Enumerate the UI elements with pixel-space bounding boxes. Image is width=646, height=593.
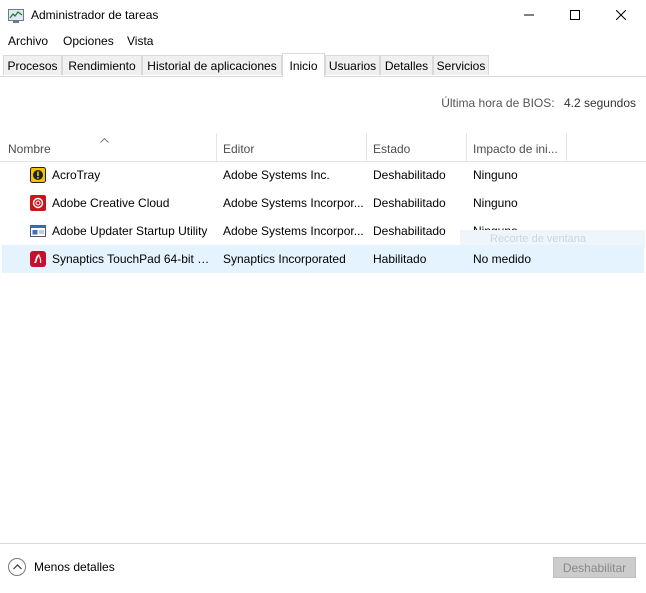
disable-button[interactable]: Deshabilitar — [553, 557, 636, 578]
acrotray-icon — [30, 167, 46, 183]
row-name: AcroTray — [52, 168, 101, 182]
task-manager-icon — [8, 8, 24, 24]
row-name: Adobe Updater Startup Utility — [52, 224, 208, 238]
row-publisher: Adobe Systems Incorpor... — [223, 224, 364, 238]
menu-vista[interactable]: Vista — [127, 34, 153, 48]
synaptics-icon — [30, 251, 46, 267]
row-impact: Ninguno — [473, 196, 518, 210]
maximize-button[interactable] — [552, 0, 598, 31]
tab-inicio[interactable]: Inicio — [282, 53, 325, 77]
minimize-icon — [524, 9, 534, 23]
window-title: Administrador de tareas — [31, 8, 159, 22]
column-header: Nombre Editor Estado Impacto de ini... — [0, 133, 646, 162]
tab-strip: Procesos Rendimiento Historial de aplica… — [0, 53, 646, 77]
footer-divider — [0, 543, 646, 544]
row-impact: No medido — [473, 252, 532, 266]
menu-opciones[interactable]: Opciones — [63, 34, 114, 48]
row-name: Synaptics TouchPad 64-bit E... — [52, 252, 212, 266]
column-publisher[interactable]: Editor — [223, 133, 366, 161]
bios-label: Última hora de BIOS: — [441, 96, 555, 110]
column-status[interactable]: Estado — [373, 133, 466, 161]
tab-usuarios[interactable]: Usuarios — [325, 55, 380, 75]
maximize-icon — [570, 9, 580, 23]
menu-archivo[interactable]: Archivo — [8, 34, 48, 48]
row-impact: Ninguno — [473, 168, 518, 182]
less-details-button[interactable]: Menos detalles — [8, 557, 115, 577]
creative-cloud-icon — [30, 195, 46, 211]
menu-bar: Archivo Opciones Vista — [0, 31, 646, 51]
tab-procesos[interactable]: Procesos — [3, 55, 62, 75]
row-publisher: Adobe Systems Incorpor... — [223, 196, 364, 210]
tab-historial[interactable]: Historial de aplicaciones — [142, 55, 282, 75]
title-bar: Administrador de tareas — [0, 0, 646, 31]
chevron-up-icon — [8, 558, 26, 576]
adobe-updater-icon — [30, 223, 46, 239]
row-status: Deshabilitado — [373, 168, 446, 182]
close-button[interactable] — [598, 0, 644, 31]
row-status: Deshabilitado — [373, 224, 446, 238]
row-status: Habilitado — [373, 252, 427, 266]
minimize-button[interactable] — [506, 0, 552, 31]
column-divider[interactable] — [366, 133, 367, 161]
row-publisher: Adobe Systems Inc. — [223, 168, 330, 182]
column-divider[interactable] — [216, 133, 217, 161]
row-status: Deshabilitado — [373, 196, 446, 210]
column-divider[interactable] — [466, 133, 467, 161]
table-row[interactable]: Adobe Creative Cloud Adobe Systems Incor… — [2, 189, 644, 217]
close-icon — [615, 9, 627, 23]
bios-value: 4.2 segundos — [563, 96, 636, 110]
row-publisher: Synaptics Incorporated — [223, 252, 346, 266]
column-name[interactable]: Nombre — [8, 133, 216, 161]
tab-detalles[interactable]: Detalles — [380, 55, 433, 75]
column-impact[interactable]: Impacto de ini... — [473, 133, 566, 161]
column-divider[interactable] — [566, 133, 567, 161]
tab-servicios[interactable]: Servicios — [433, 55, 489, 75]
tab-rendimiento[interactable]: Rendimiento — [62, 55, 142, 75]
table-row[interactable]: AcroTray Adobe Systems Inc. Deshabilitad… — [2, 161, 644, 189]
table-row[interactable]: Synaptics TouchPad 64-bit E... Synaptics… — [2, 245, 644, 273]
row-name: Adobe Creative Cloud — [52, 196, 170, 210]
less-details-label: Menos detalles — [34, 560, 115, 574]
bios-time: Última hora de BIOS: 4.2 segundos — [441, 96, 636, 110]
